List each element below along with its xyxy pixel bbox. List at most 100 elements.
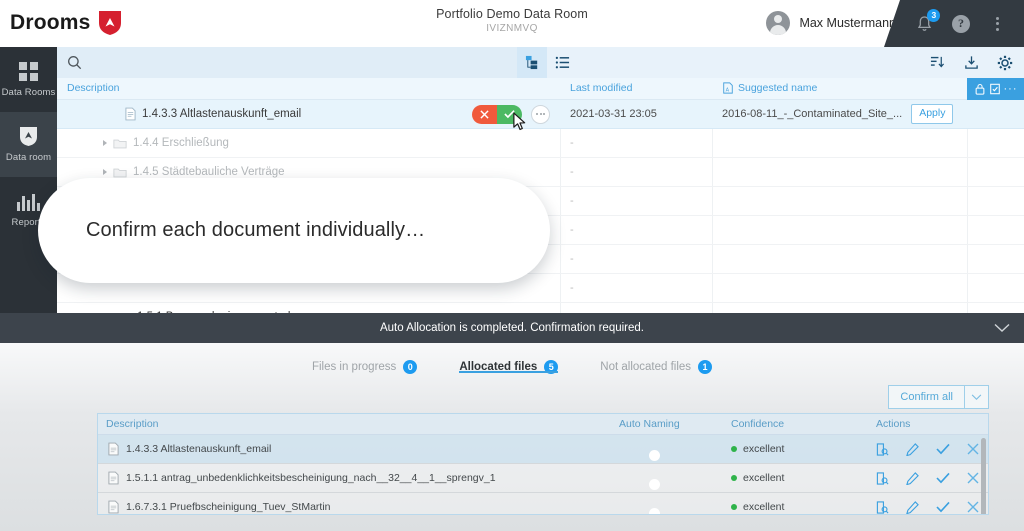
tab-not-allocated-files[interactable]: Not allocated files 1 [600,343,713,381]
tab-label: Not allocated files [600,361,692,373]
cell-last-modified: - [570,253,574,265]
column-header-description[interactable]: Description [106,418,159,430]
cell-last-modified: - [570,166,574,178]
expand-arrow-icon[interactable] [103,140,107,146]
notification-text: Auto Allocation is completed. Confirmati… [379,322,644,334]
lock-icon[interactable] [974,83,986,95]
tab-allocated-files[interactable]: Allocated files 5 [459,343,559,381]
download-icon[interactable] [956,47,986,78]
user-name: Max Mustermann [799,16,896,30]
cell-last-modified: 2021-03-31 23:05 [570,108,657,120]
tree-view-icon[interactable] [517,47,547,78]
document-icon [125,107,136,121]
overflow-menu-button[interactable] [986,12,1010,36]
tab-files-in-progress[interactable]: Files in progress 0 [312,343,418,381]
list-view-icon[interactable] [547,47,577,78]
brand-name: Drooms [10,11,91,34]
drooms-application: Drooms Portfolio Demo Data Room IVIZNMVQ… [0,0,1024,531]
suggested-name-value: 2016-08-11_-_Contaminated_Site_... [722,107,903,120]
notification-badge: 3 [927,8,941,22]
cell-last-modified: - [570,282,574,294]
allocation-tabs: Files in progress 0 Allocated files 5 No… [0,343,1024,381]
search-toolbar [57,47,1024,78]
confidence-value: excellent [743,501,785,513]
confidence-dot [731,504,737,510]
allocated-files-table: Description Auto Naming Confidence Actio… [97,413,989,515]
confirm-check-icon[interactable] [936,501,950,513]
column-header-auto-naming[interactable]: Auto Naming [619,418,680,430]
cell-last-modified: - [570,137,574,149]
row-more-button[interactable] [531,104,550,124]
cell-last-modified: - [570,224,574,236]
table-scrollbar[interactable] [981,438,986,514]
cell-suggested-name: 2016-08-11_-_Contaminated_Site_... Apply [722,104,954,124]
accept-button[interactable] [497,104,522,124]
list-item[interactable]: 1.4.3.3 Altlastenauskunft_email excellen… [98,435,988,464]
reject-close-icon[interactable] [967,443,979,455]
shield-icon [19,126,38,147]
reject-close-icon[interactable] [967,501,979,513]
preview-icon[interactable] [876,471,889,485]
edit-icon[interactable] [906,471,919,485]
confirm-check-icon[interactable] [936,472,950,484]
top-header: Drooms Portfolio Demo Data Room IVIZNMVQ… [0,0,1024,47]
callout-bubble: Confirm each document individually… [38,178,550,283]
column-header-confidence[interactable]: Confidence [731,418,784,430]
column-header-actions[interactable]: Actions [876,418,910,430]
confidence-value: excellent [743,472,785,484]
header-row-actions: ··· [967,78,1024,100]
reject-button[interactable] [472,104,497,124]
folder-icon [113,168,127,177]
document-icon [108,442,119,456]
column-header-last-modified[interactable]: Last modified [570,82,632,94]
sort-descending-icon[interactable] [922,47,952,78]
view-mode-group [517,47,577,78]
confirm-all-button[interactable]: Confirm all [888,385,964,409]
edit-document-icon[interactable] [989,83,1001,95]
reject-close-icon[interactable] [967,472,979,484]
gear-icon[interactable] [990,47,1020,78]
tab-count: 1 [698,360,713,374]
avatar [766,11,791,35]
chevron-down-icon[interactable] [994,313,1010,343]
kebab-menu-icon [996,16,1000,31]
table-row[interactable]: 1.4.4 Erschließung - [57,129,1024,158]
notifications-button[interactable]: 3 [912,8,941,36]
column-header-suggested-name[interactable]: A Suggested name [722,82,817,94]
grid-icon [19,61,38,82]
sidebar-item-data-rooms[interactable]: Data Rooms [0,47,57,112]
search-input[interactable] [57,47,517,78]
more-icon[interactable]: ··· [1004,83,1018,95]
preview-icon[interactable] [876,442,889,456]
apply-button[interactable]: Apply [911,104,954,124]
sidebar-item-label: Data room [5,152,52,163]
edit-icon[interactable] [906,500,919,514]
callout-text: Confirm each document individually… [86,219,426,241]
list-item[interactable]: 1.5.1.1 antrag_unbedenklichkeitsbeschein… [98,464,988,493]
list-item[interactable]: 1.6.7.3.1 Pruefbscheinigung_Tuev_StMarti… [98,493,988,514]
expand-arrow-icon[interactable] [103,169,107,175]
user-menu[interactable]: Max Mustermann [766,11,896,35]
allocation-panel: Files in progress 0 Allocated files 5 No… [0,343,1024,531]
table-row[interactable]: 1.4.3.3 Altlastenauskunft_email 2021-03-… [57,100,1024,129]
chevron-down-icon[interactable] [964,385,989,409]
column-header-description[interactable]: Description [67,82,120,94]
tab-count: 0 [403,360,418,374]
drooms-shield-icon [98,11,121,35]
header-icon-group: 3 ? [894,0,1024,47]
confidence-dot [731,446,737,452]
accept-reject-toggle[interactable] [472,104,522,124]
folder-icon [113,139,127,148]
sidebar-item-data-room[interactable]: Data room [0,112,57,177]
confidence-dot [731,475,737,481]
preview-icon[interactable] [876,500,889,514]
brand-logo[interactable]: Drooms [10,10,122,36]
file-name: 1.4.3.3 Altlastenauskunft_email [142,108,302,120]
confidence-value: excellent [743,443,785,455]
confirm-check-icon[interactable] [936,443,950,455]
close-icon [480,109,489,119]
folder-name: 1.4.5 Städtebauliche Verträge [133,166,285,178]
edit-icon[interactable] [906,442,919,456]
help-button[interactable]: ? [949,12,973,36]
file-name: 1.5.1.1 antrag_unbedenklichkeitsbeschein… [126,472,496,484]
